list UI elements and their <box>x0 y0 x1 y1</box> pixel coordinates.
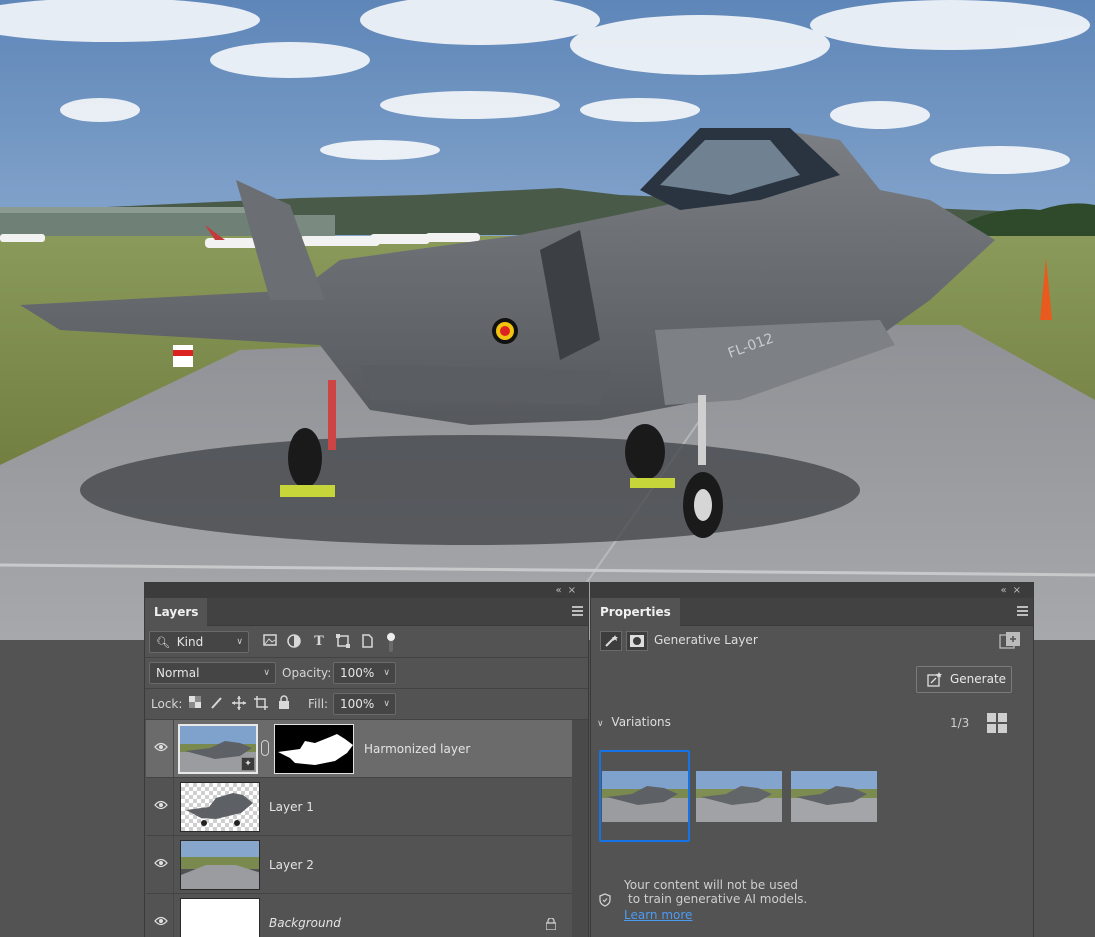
lock-transparency-icon[interactable] <box>187 696 203 712</box>
double-chevron-left-icon[interactable]: « <box>1000 585 1012 596</box>
notice-line-2: to train generative AI models. <box>628 892 808 906</box>
filter-kind-label: Kind <box>176 635 204 649</box>
variation-counter: 1/3 <box>950 716 970 730</box>
tab-layers[interactable]: Layers <box>145 598 208 626</box>
layer-mask-thumbnail[interactable] <box>274 724 354 774</box>
lock-label: Lock: <box>151 697 183 711</box>
close-icon[interactable]: × <box>1013 585 1027 596</box>
chevron-down-icon: ∨ <box>263 668 270 678</box>
lock-row: Lock: Fill: 100% ∨ <box>145 689 588 719</box>
layers-panel: «× Layers 🔍︎ Kind ∨ T Normal ∨ Opacity: … <box>144 582 589 937</box>
learn-more-link[interactable]: Learn more <box>624 908 807 922</box>
chevron-down-icon[interactable]: ∨ <box>383 663 390 683</box>
generate-label: Generate <box>950 672 1007 686</box>
eye-icon[interactable] <box>154 858 168 868</box>
eye-icon[interactable] <box>154 742 168 752</box>
eye-icon[interactable] <box>154 800 168 810</box>
lock-icon[interactable] <box>276 695 292 711</box>
filter-image-icon[interactable] <box>262 634 278 650</box>
layers-scrollbar[interactable] <box>572 720 588 937</box>
shield-icon <box>599 893 611 910</box>
filter-toggle-icon[interactable] <box>383 632 399 652</box>
panel-title-bar[interactable]: «× <box>145 583 588 598</box>
convert-layer-icon[interactable] <box>999 631 1021 651</box>
fill-label: Fill: <box>308 697 329 711</box>
filter-kind-dropdown[interactable]: 🔍︎ Kind ∨ <box>149 631 249 653</box>
grid-view-icon[interactable] <box>986 712 1008 734</box>
document-canvas[interactable]: FL-012 <box>0 0 1095 640</box>
panel-title-bar[interactable]: «× <box>591 583 1033 598</box>
layer-filter-row: 🔍︎ Kind ∨ T <box>145 627 588 657</box>
layer-row-harmonized[interactable]: ✦ Harmonized layer <box>146 720 573 778</box>
hamburger-menu-icon[interactable] <box>572 606 583 616</box>
double-chevron-left-icon[interactable]: « <box>555 585 567 596</box>
layer-thumbnail[interactable]: ✦ <box>178 724 258 774</box>
canvas-photo: FL-012 <box>0 0 1095 640</box>
lock-pixels-icon[interactable] <box>209 696 225 712</box>
layer-row-layer-2[interactable]: Layer 2 <box>146 836 573 894</box>
chain-link-icon[interactable] <box>261 740 269 756</box>
filter-smart-object-icon[interactable] <box>359 634 375 650</box>
layer-row-background[interactable]: Background <box>146 894 573 937</box>
generate-icon <box>927 672 942 687</box>
blend-row: Normal ∨ Opacity: 100% ∨ <box>145 658 588 688</box>
filter-adjustment-icon[interactable] <box>286 634 302 650</box>
chevron-down-icon: ∨ <box>597 719 604 729</box>
blend-mode-label: Normal <box>156 666 200 680</box>
layer-thumbnail[interactable] <box>180 782 260 832</box>
eye-icon[interactable] <box>154 916 168 926</box>
generative-layer-icon <box>600 631 622 651</box>
layer-type-label: Generative Layer <box>654 633 758 647</box>
fill-value: 100% <box>340 697 375 711</box>
hamburger-menu-icon[interactable] <box>1017 606 1028 616</box>
blend-mode-dropdown[interactable]: Normal ∨ <box>149 662 276 684</box>
lock-icon <box>546 918 556 930</box>
opacity-label: Opacity: <box>282 666 332 680</box>
fill-field[interactable]: 100% ∨ <box>333 693 396 715</box>
training-notice: Your content will not be used to train g… <box>624 878 807 922</box>
layer-thumbnail[interactable] <box>180 840 260 890</box>
generative-badge-icon: ✦ <box>241 757 255 771</box>
layer-name[interactable]: Harmonized layer <box>364 720 470 778</box>
layer-name[interactable]: Layer 1 <box>269 778 314 836</box>
properties-panel: «× Properties Generative Layer Generate … <box>590 582 1034 937</box>
variations-header[interactable]: ∨ Variations <box>597 715 671 735</box>
filter-shape-icon[interactable] <box>335 634 351 650</box>
opacity-value: 100% <box>340 666 375 680</box>
close-icon[interactable]: × <box>568 585 582 596</box>
lock-artboard-icon[interactable] <box>253 696 269 712</box>
lock-position-icon[interactable] <box>231 696 247 712</box>
layer-thumbnail[interactable] <box>180 898 260 937</box>
filter-type-icon[interactable]: T <box>311 634 327 650</box>
opacity-field[interactable]: 100% ∨ <box>333 662 396 684</box>
variation-thumbnail-3[interactable] <box>791 771 877 822</box>
variations-label: Variations <box>611 715 671 729</box>
notice-line-1: Your content will not be used <box>624 878 798 892</box>
layer-row-layer-1[interactable]: Layer 1 <box>146 778 573 836</box>
generate-button[interactable]: Generate <box>916 666 1012 693</box>
tab-properties[interactable]: Properties <box>591 598 680 626</box>
variation-thumbnail-2[interactable] <box>696 771 782 822</box>
layer-name[interactable]: Background <box>269 894 341 937</box>
chevron-down-icon[interactable]: ∨ <box>383 694 390 714</box>
chevron-down-icon: ∨ <box>236 637 243 647</box>
mask-icon <box>626 631 648 651</box>
search-icon: 🔍︎ <box>156 636 170 649</box>
variation-thumbnail-1[interactable] <box>602 771 688 822</box>
layer-name[interactable]: Layer 2 <box>269 836 314 894</box>
